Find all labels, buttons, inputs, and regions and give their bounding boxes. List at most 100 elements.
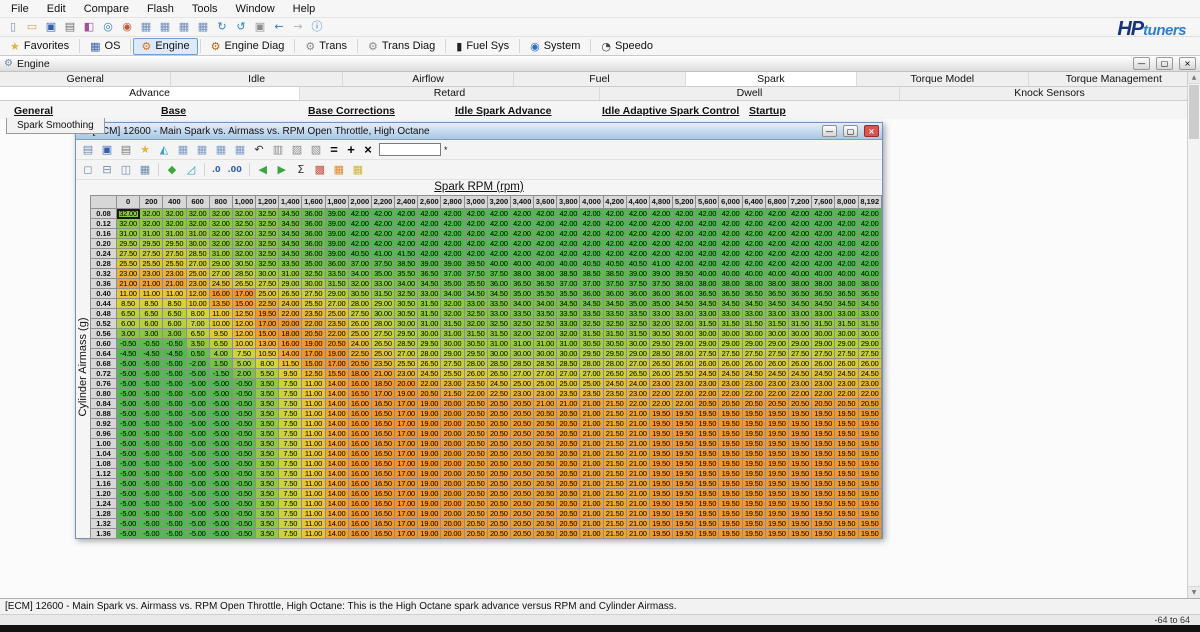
- table-cell[interactable]: 21.00: [580, 429, 603, 439]
- table-cell[interactable]: 27.50: [163, 249, 186, 259]
- col-header[interactable]: 6,400: [742, 196, 765, 209]
- table-cell[interactable]: -5.00: [117, 419, 140, 429]
- table-cell[interactable]: 31.00: [163, 229, 186, 239]
- table-cell[interactable]: 25.00: [580, 379, 603, 389]
- tab-fuel[interactable]: Fuel: [514, 72, 685, 86]
- table-cell[interactable]: 42.00: [858, 259, 882, 269]
- table-cell[interactable]: 14.00: [325, 479, 348, 489]
- table-cell[interactable]: 31.50: [765, 319, 788, 329]
- table-cell[interactable]: 19.50: [858, 469, 882, 479]
- table-cell[interactable]: 25.00: [256, 289, 279, 299]
- table-cell[interactable]: 12.00: [186, 289, 209, 299]
- menu-tools[interactable]: Tools: [183, 0, 227, 18]
- table-cell[interactable]: -5.00: [140, 429, 163, 439]
- table-cell[interactable]: 31.50: [788, 319, 811, 329]
- table-cell[interactable]: 20.50: [557, 519, 580, 529]
- table-cell[interactable]: 24.50: [858, 369, 882, 379]
- table-cell[interactable]: 22.50: [256, 299, 279, 309]
- paste-icon[interactable]: ▨: [288, 142, 306, 158]
- table-cell[interactable]: 33.00: [673, 309, 696, 319]
- table-cell[interactable]: 42.00: [765, 239, 788, 249]
- nav-fuel-sys[interactable]: ▮Fuel Sys: [448, 38, 517, 55]
- table-cell[interactable]: -5.00: [209, 409, 232, 419]
- table-cell[interactable]: 24.00: [626, 379, 649, 389]
- table-cell[interactable]: 42.00: [626, 209, 649, 219]
- table-cell[interactable]: 20.50: [464, 519, 487, 529]
- table-cell[interactable]: 32.50: [603, 319, 626, 329]
- table-cell[interactable]: 29.00: [719, 339, 742, 349]
- col-header[interactable]: 3,000: [464, 196, 487, 209]
- table-cell[interactable]: 20.50: [510, 429, 533, 439]
- paste-special-icon[interactable]: ▧: [307, 142, 325, 158]
- col-header[interactable]: 4,000: [580, 196, 603, 209]
- table-cell[interactable]: 22.00: [696, 389, 719, 399]
- compare-files-icon[interactable]: ◧: [80, 19, 98, 35]
- table-cell[interactable]: 8.50: [163, 299, 186, 309]
- table-cell[interactable]: 19.50: [696, 469, 719, 479]
- row-header[interactable]: 0.68: [91, 359, 117, 369]
- table-cell[interactable]: 30.00: [395, 319, 418, 329]
- table-cell[interactable]: 38.00: [510, 269, 533, 279]
- table-cell[interactable]: 36.00: [580, 289, 603, 299]
- table-cell[interactable]: 37.00: [580, 279, 603, 289]
- table-cell[interactable]: 20.00: [395, 379, 418, 389]
- col-header[interactable]: 3,600: [534, 196, 557, 209]
- table-cell[interactable]: 19.50: [673, 529, 696, 539]
- table-cell[interactable]: 6.50: [140, 309, 163, 319]
- table-cell[interactable]: -5.00: [186, 509, 209, 519]
- table-cell[interactable]: 31.50: [719, 319, 742, 329]
- table-cell[interactable]: 39.00: [441, 259, 464, 269]
- table-cell[interactable]: 20.50: [534, 519, 557, 529]
- table-cell[interactable]: 27.50: [719, 349, 742, 359]
- row-header[interactable]: 0.52: [91, 319, 117, 329]
- table-cell[interactable]: 26.00: [696, 359, 719, 369]
- table-cell[interactable]: 23.50: [464, 379, 487, 389]
- table-cell[interactable]: 21.00: [580, 499, 603, 509]
- table-cell[interactable]: 23.50: [371, 359, 394, 369]
- table-cell[interactable]: 29.50: [580, 349, 603, 359]
- table-cell[interactable]: 42.00: [742, 229, 765, 239]
- table-cell[interactable]: 32.50: [256, 229, 279, 239]
- table-cell[interactable]: 3.50: [256, 529, 279, 539]
- table-cell[interactable]: 27.50: [858, 349, 882, 359]
- table-cell[interactable]: 26.00: [742, 359, 765, 369]
- table-cell[interactable]: 42.00: [534, 249, 557, 259]
- table-view-3-icon[interactable]: ▦: [175, 19, 193, 35]
- table-cell[interactable]: 34.50: [464, 289, 487, 299]
- table-cell[interactable]: 21.00: [626, 449, 649, 459]
- table-cell[interactable]: 29.50: [117, 239, 140, 249]
- table-cell[interactable]: 42.00: [742, 249, 765, 259]
- table-cell[interactable]: 22.00: [302, 319, 325, 329]
- table-cell[interactable]: 42.00: [395, 239, 418, 249]
- col-header[interactable]: 5,200: [673, 196, 696, 209]
- table-cell[interactable]: 42.00: [441, 209, 464, 219]
- table-cell[interactable]: 42.00: [649, 209, 672, 219]
- table-cell[interactable]: 26.50: [603, 369, 626, 379]
- table-cell[interactable]: 28.50: [649, 349, 672, 359]
- table-cell[interactable]: 37.50: [487, 269, 510, 279]
- table-cell[interactable]: 19.50: [788, 499, 811, 509]
- table-cell[interactable]: 37.00: [348, 259, 371, 269]
- table-cell[interactable]: -2.00: [186, 359, 209, 369]
- table-cell[interactable]: 36.00: [487, 279, 510, 289]
- table-cell[interactable]: 29.00: [325, 289, 348, 299]
- row-header[interactable]: 0.28: [91, 259, 117, 269]
- table-cell[interactable]: 19.50: [812, 489, 835, 499]
- table-cell[interactable]: 40.50: [603, 259, 626, 269]
- row-header[interactable]: 0.08: [91, 209, 117, 219]
- row-header[interactable]: 0.72: [91, 369, 117, 379]
- table-cell[interactable]: 18.00: [279, 329, 302, 339]
- col-header[interactable]: 1,400: [279, 196, 302, 209]
- table-cell[interactable]: 19.00: [418, 439, 441, 449]
- table-cell[interactable]: 31.50: [371, 289, 394, 299]
- table-cell[interactable]: 19.50: [673, 459, 696, 469]
- table-cell[interactable]: 19.50: [858, 439, 882, 449]
- table-cell[interactable]: 27.50: [256, 279, 279, 289]
- table-cell[interactable]: 19.50: [742, 429, 765, 439]
- table-cell[interactable]: 19.50: [673, 439, 696, 449]
- table-cell[interactable]: 16.00: [348, 399, 371, 409]
- table-cell[interactable]: 24.50: [696, 369, 719, 379]
- table-cell[interactable]: 38.00: [835, 279, 858, 289]
- table-cell[interactable]: 38.00: [534, 269, 557, 279]
- table-cell[interactable]: 17.00: [395, 399, 418, 409]
